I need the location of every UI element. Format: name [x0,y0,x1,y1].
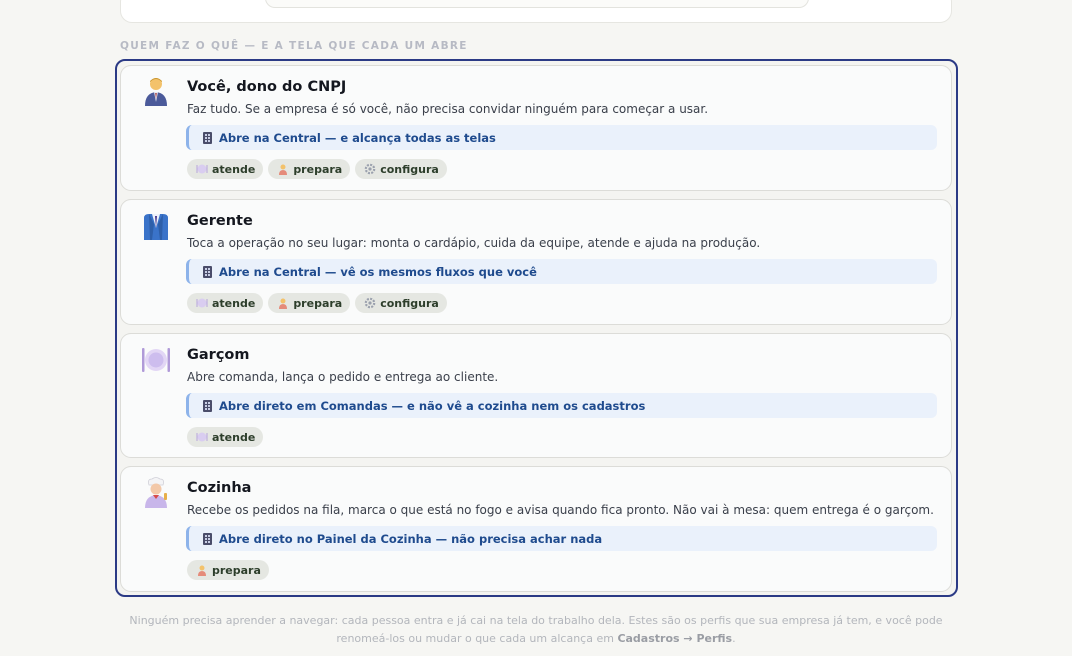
profiles-settings-link[interactable]: Cadastros → Perfis [617,632,732,645]
footer-text: Ninguém precisa aprender a navegar: cada… [129,614,943,645]
capability-chips: atende prepara configura [187,159,447,179]
previous-card [120,0,952,23]
profile-description: Toca a operação no seu lugar: monta o ca… [187,236,761,250]
chip-configura: configura [355,293,447,313]
capability-chips: atende [187,427,264,447]
section-heading: QUEM FAZ O QUÊ — E A TELA QUE CADA UM AB… [120,40,468,52]
building-icon [203,265,212,278]
profile-description: Faz tudo. Se a empresa é só você, não pr… [187,102,709,116]
cook-icon [198,565,206,576]
profile-title: Cozinha [187,480,252,496]
chip-configura: configura [355,159,447,179]
chip-atende: atende [187,159,264,179]
callout-text: Abre direto no Painel da Cozinha — não p… [219,531,603,546]
profile-title: Você, dono do CNPJ [187,79,347,95]
screen-callout: Abre na Central — e alcança todas as tel… [186,125,937,150]
cook-icon [279,164,288,175]
plate-icon [196,164,208,174]
profile-card-waiter[interactable]: Garçom Abre comanda, lança o pedido e en… [120,333,952,458]
gear-icon [364,163,376,175]
profile-title: Garçom [187,347,250,363]
chip-prepara: prepara [268,159,351,179]
business-person-icon [145,78,167,106]
plate-icon [196,432,208,442]
chip-atende: atende [187,427,264,447]
chip-prepara: prepara [268,293,351,313]
callout-text: Abre na Central — vê os mesmos fluxos qu… [219,264,537,279]
chip-prepara: prepara [187,560,269,580]
cook-icon [145,477,167,508]
footer-end: . [732,632,736,645]
callout-text: Abre na Central — e alcança todas as tel… [219,130,496,145]
building-icon [203,131,212,144]
profile-description: Recebe os pedidos na fila, marca o que e… [187,503,934,517]
gear-icon [364,297,376,309]
footer-note: Ninguém precisa aprender a navegar: cada… [110,612,962,648]
building-icon [203,532,212,545]
profile-description: Abre comanda, lança o pedido e entrega a… [187,370,499,384]
profile-title: Gerente [187,213,253,229]
chip-atende: atende [187,293,264,313]
suit-icon [144,214,168,240]
plate-icon [196,298,208,308]
cook-icon [279,298,288,309]
building-icon [203,399,212,412]
capability-chips: prepara [187,560,269,580]
plate-cutlery-icon [142,348,170,372]
profile-card-kitchen[interactable]: Cozinha Recebe os pedidos na fila, marca… [120,466,952,592]
callout-text: Abre direto em Comandas — e não vê a coz… [219,398,646,413]
screen-callout: Abre direto no Painel da Cozinha — não p… [186,526,937,551]
profile-card-owner[interactable]: Você, dono do CNPJ Faz tudo. Se a empres… [120,65,952,191]
screen-callout: Abre na Central — vê os mesmos fluxos qu… [186,259,937,284]
profile-card-manager[interactable]: Gerente Toca a operação no seu lugar: mo… [120,199,952,325]
screen-callout: Abre direto em Comandas — e não vê a coz… [186,393,937,418]
capability-chips: atende prepara configura [187,293,447,313]
previous-card-inner [265,0,809,8]
